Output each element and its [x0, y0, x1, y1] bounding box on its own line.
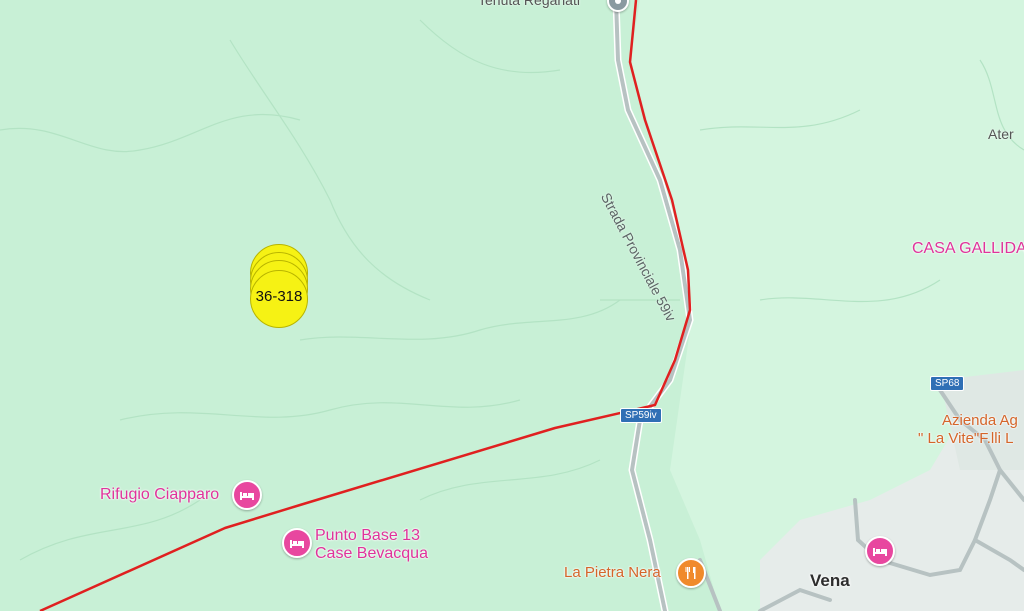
- poi-label-punto-base-line1[interactable]: Punto Base 13: [315, 527, 420, 545]
- map-canvas[interactable]: Tenuta Reganati Strada Provinciale 59iv …: [0, 0, 1024, 611]
- poi-label-casa-gallida[interactable]: CASA GALLIDA: [912, 240, 1024, 258]
- bed-icon[interactable]: [282, 528, 312, 558]
- poi-label-tenuta[interactable]: Tenuta Reganati: [478, 0, 580, 8]
- marker-cluster[interactable]: 36-318: [248, 244, 310, 330]
- poi-label-azienda-line2[interactable]: " La Vite"F.lli L: [918, 430, 1013, 447]
- poi-label-pietra-nera[interactable]: La Pietra Nera: [564, 564, 661, 581]
- place-label-ater: Ater: [988, 126, 1014, 142]
- place-label-vena: Vena: [810, 571, 850, 590]
- road-shield-sp68: SP68: [930, 376, 965, 391]
- fork-knife-icon[interactable]: [676, 558, 706, 588]
- road-shield-sp59iv: SP59iv: [620, 408, 662, 423]
- poi-label-rifugio[interactable]: Rifugio Ciapparo: [100, 486, 219, 504]
- terrain-layer: [0, 0, 1024, 611]
- cluster-label: 36-318: [255, 288, 303, 305]
- bed-icon[interactable]: [232, 480, 262, 510]
- poi-label-punto-base-line2[interactable]: Case Bevacqua: [315, 545, 428, 563]
- poi-label-azienda-line1[interactable]: Azienda Ag: [942, 412, 1018, 429]
- bed-icon[interactable]: [865, 536, 895, 566]
- route-line: [39, 0, 692, 611]
